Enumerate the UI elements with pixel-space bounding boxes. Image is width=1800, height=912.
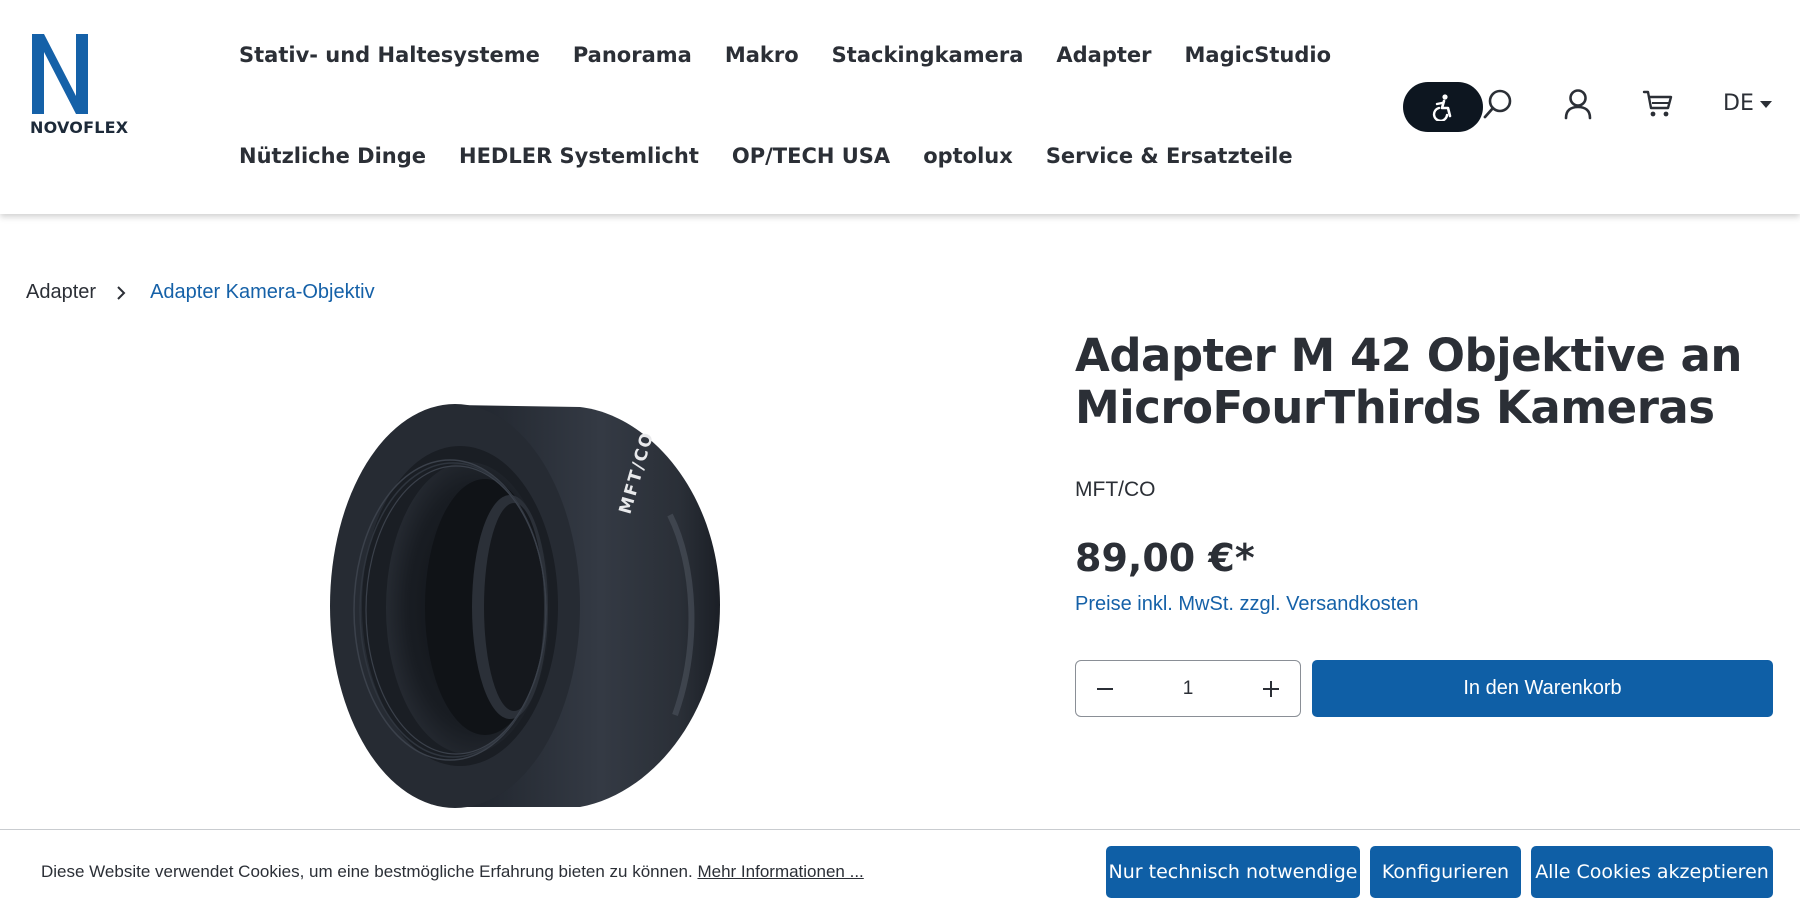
breadcrumb-item-adapter[interactable]: Adapter (26, 281, 96, 304)
cookie-text: Diese Website verwendet Cookies, um eine… (41, 862, 864, 882)
nav-item-magicstudio[interactable]: MagicStudio (1185, 40, 1332, 70)
nav-item-optech[interactable]: OP/TECH USA (732, 141, 890, 171)
accessibility-button[interactable] (1403, 82, 1483, 132)
nav-item-adapter[interactable]: Adapter (1056, 40, 1151, 70)
nav-item-service[interactable]: Service & Ersatzteile (1046, 141, 1293, 171)
nav-item-nuetzliche-dinge[interactable]: Nützliche Dinge (239, 141, 426, 171)
nav-item-stativ[interactable]: Stativ- und Haltesysteme (239, 40, 540, 70)
chevron-down-icon (1759, 101, 1772, 108)
nav-item-panorama[interactable]: Panorama (573, 40, 692, 70)
cookie-necessary-button[interactable]: Nur technisch notwendige (1106, 846, 1360, 898)
logo-text: NOVOFLEX (30, 118, 129, 137)
quantity-input[interactable] (1158, 677, 1218, 700)
main-nav-row-2: Nützliche Dinge HEDLER Systemlicht OP/TE… (239, 141, 1326, 171)
site-header: NOVOFLEX Stativ- und Haltesysteme Panora… (0, 0, 1800, 214)
minus-icon (1097, 687, 1113, 690)
cookie-configure-button[interactable]: Konfigurieren (1370, 846, 1521, 898)
nav-item-optolux[interactable]: optolux (923, 141, 1013, 171)
cookie-accept-all-button[interactable]: Alle Cookies akzeptieren (1531, 846, 1773, 898)
plus-icon (1263, 680, 1279, 697)
cart-icon (1642, 90, 1673, 117)
language-label: DE (1723, 91, 1754, 116)
user-icon (1564, 89, 1592, 120)
search-icon (1483, 89, 1512, 119)
cookie-message: Diese Website verwendet Cookies, um eine… (41, 862, 693, 881)
nav-item-stackingkamera[interactable]: Stackingkamera (832, 40, 1024, 70)
quantity-increase-button[interactable] (1258, 676, 1284, 702)
product-price: 89,00 €* (1075, 536, 1255, 580)
chevron-right-icon (116, 285, 126, 301)
main-nav-row-1: Stativ- und Haltesysteme Panorama Makro … (239, 40, 1364, 70)
search-button[interactable] (1478, 84, 1518, 124)
nav-item-hedler[interactable]: HEDLER Systemlicht (459, 141, 699, 171)
product-sku: MFT/CO (1075, 478, 1156, 501)
product-image[interactable]: MFT/CO (300, 395, 740, 825)
quantity-stepper (1075, 660, 1301, 717)
logo-n-mark (32, 34, 88, 114)
quantity-decrease-button[interactable] (1092, 676, 1118, 702)
language-selector[interactable]: DE (1723, 91, 1772, 116)
cookie-more-info-link[interactable]: Mehr Informationen ... (697, 862, 863, 881)
add-to-cart-button[interactable]: In den Warenkorb (1312, 660, 1773, 717)
accessibility-icon (1432, 94, 1452, 121)
cookie-banner: Diese Website verwendet Cookies, um eine… (0, 829, 1800, 912)
novoflex-logo[interactable]: NOVOFLEX (30, 34, 128, 140)
breadcrumb-item-adapter-kamera-objektiv[interactable]: Adapter Kamera-Objektiv (150, 281, 375, 304)
cart-button[interactable] (1638, 84, 1678, 124)
breadcrumb: Adapter Adapter Kamera-Objektiv (26, 281, 375, 304)
nav-item-makro[interactable]: Makro (725, 40, 799, 70)
account-button[interactable] (1558, 84, 1598, 124)
price-note-link[interactable]: Preise inkl. MwSt. zzgl. Versandkosten (1075, 593, 1418, 616)
product-title: Adapter M 42 Objektive an MicroFourThird… (1075, 329, 1742, 434)
